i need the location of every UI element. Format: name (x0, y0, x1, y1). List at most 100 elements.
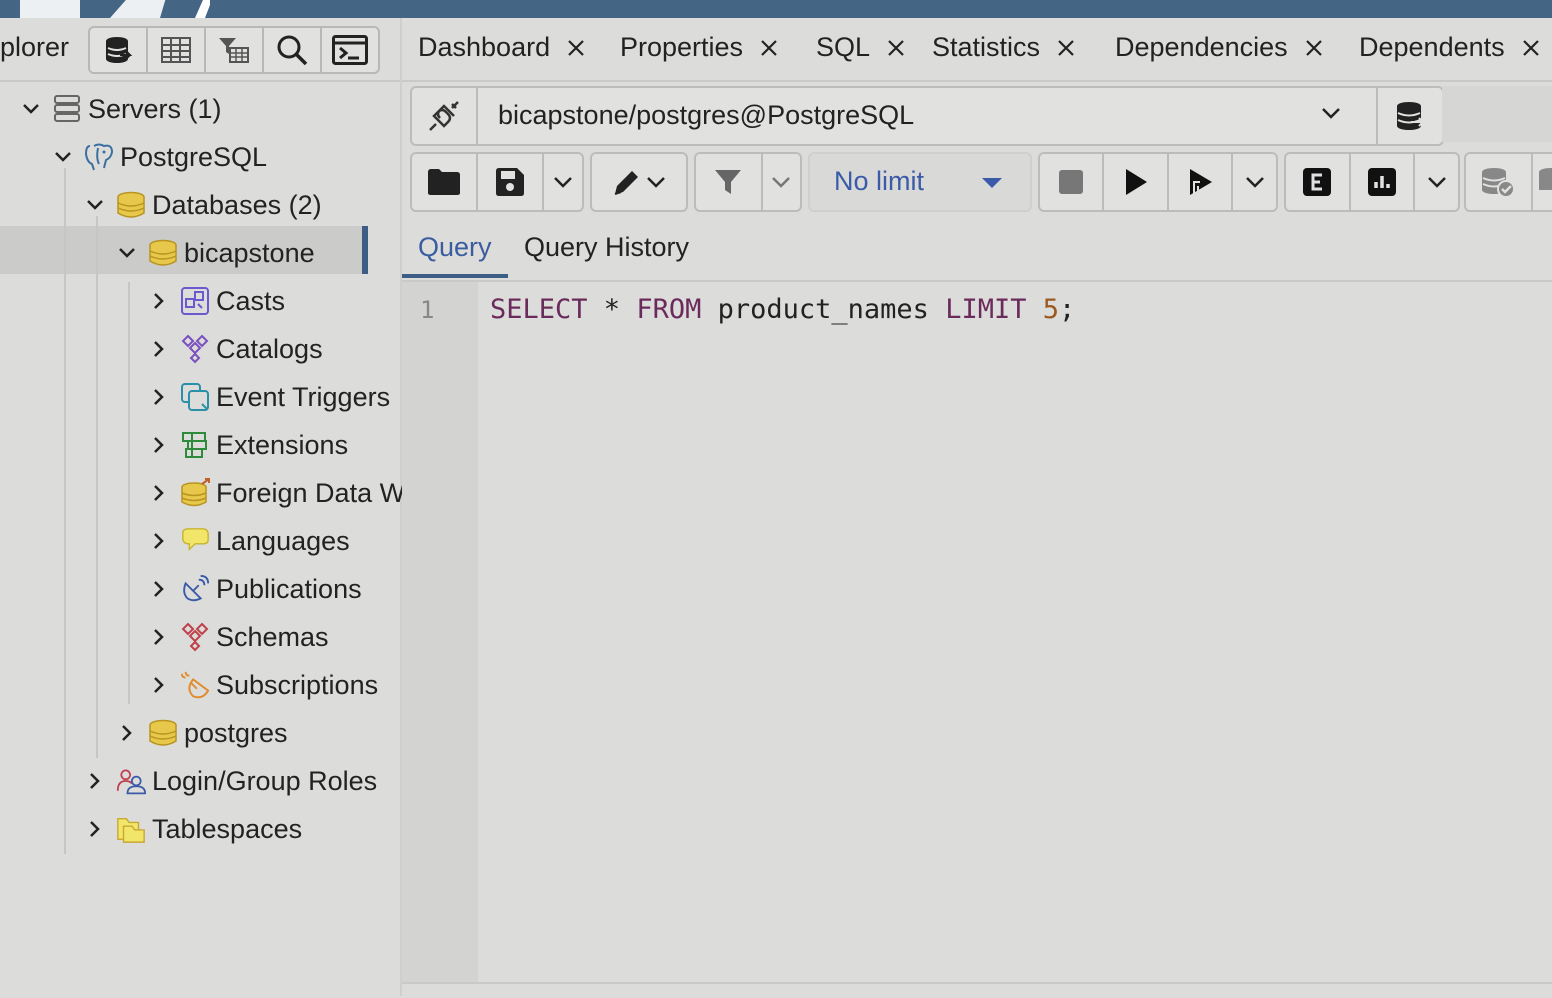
filtered-rows-button[interactable] (206, 28, 264, 72)
tree-item-postgres-db[interactable]: postgres (112, 709, 288, 757)
filter-toolbar-group (694, 152, 802, 212)
chevron-right-icon[interactable] (144, 436, 174, 454)
save-options-dropdown[interactable] (544, 154, 582, 210)
tree-label: Servers (1) (88, 93, 222, 124)
tree-label: Catalogs (216, 333, 323, 364)
chevron-down-icon[interactable] (1320, 102, 1342, 129)
open-file-button[interactable] (412, 154, 478, 210)
save-file-button[interactable] (478, 154, 544, 210)
new-connection-button[interactable] (1376, 88, 1442, 144)
explain-button[interactable] (1286, 154, 1351, 210)
execute-script-button[interactable] (1169, 154, 1234, 210)
tree-label: PostgreSQL (120, 141, 268, 172)
close-icon[interactable] (1304, 38, 1324, 58)
close-icon[interactable] (566, 38, 586, 58)
explain-analyze-button[interactable] (1351, 154, 1416, 210)
tree-item-languages[interactable]: Languages (144, 517, 350, 565)
tree-item-casts[interactable]: Casts (144, 277, 285, 325)
tree-item-subscriptions[interactable]: Subscriptions (144, 661, 378, 709)
tree-item-postgresql-server[interactable]: PostgreSQL (48, 133, 267, 181)
search-objects-button[interactable] (264, 28, 322, 72)
filter-button[interactable] (696, 154, 763, 210)
edit-menu-button[interactable] (592, 154, 686, 210)
tab-label: SQL (816, 32, 871, 62)
tree-label: Databases (2) (152, 189, 322, 220)
folder-icon (428, 169, 460, 195)
chevron-right-icon[interactable] (144, 676, 174, 694)
connection-status-button[interactable] (412, 88, 478, 144)
tree-guide-line (128, 282, 130, 704)
tab-query[interactable]: Query (418, 232, 492, 263)
execute-options-dropdown[interactable] (1233, 154, 1276, 210)
rollback-button[interactable] (1533, 154, 1552, 210)
connection-select[interactable]: bicapstone/postgres@PostgreSQL (498, 100, 914, 131)
tree-item-tablespaces[interactable]: Tablespaces (80, 805, 302, 853)
execute-script-icon (1189, 169, 1212, 196)
close-icon[interactable] (886, 38, 906, 58)
chevron-right-icon[interactable] (144, 484, 174, 502)
view-data-button[interactable] (148, 28, 206, 72)
execute-query-button[interactable] (1104, 154, 1169, 210)
tree-item-catalogs[interactable]: Catalogs (144, 325, 323, 373)
chevron-down-icon[interactable] (48, 151, 78, 163)
psql-tool-button[interactable] (322, 28, 378, 72)
psql-tool-icon (332, 35, 368, 65)
tree-item-event-triggers[interactable]: Event Triggers (144, 373, 390, 421)
chevron-down-icon[interactable] (16, 103, 46, 115)
commit-button[interactable] (1466, 154, 1533, 210)
tree-label: bicapstone (184, 237, 315, 268)
chevron-down-icon (1245, 177, 1264, 188)
tab-sql[interactable]: SQL (816, 32, 906, 63)
chevron-right-icon[interactable] (144, 388, 174, 406)
event-triggers-icon (180, 382, 210, 412)
filter-icon (715, 170, 742, 194)
tree-item-servers[interactable]: Servers (1) (16, 85, 222, 133)
main-tab-bar: Dashboard Properties SQL Statistics Depe… (402, 18, 1552, 82)
chevron-down-icon[interactable] (80, 199, 110, 211)
chevron-right-icon[interactable] (144, 340, 174, 358)
subscriptions-icon (180, 670, 210, 700)
tree-item-publications[interactable]: Publications (144, 565, 362, 613)
active-tab-indicator (402, 274, 508, 278)
tree-label: Event Triggers (216, 381, 391, 412)
chevron-right-icon[interactable] (144, 532, 174, 550)
tree-item-foreign-data-wrappers[interactable]: Foreign Data W (144, 469, 405, 517)
tree-item-schemas[interactable]: Schemas (144, 613, 329, 661)
tab-query-history[interactable]: Query History (524, 232, 689, 263)
query-tab-bar: Query Query History (402, 218, 1552, 282)
chevron-right-icon[interactable] (144, 580, 174, 598)
sql-keyword: FROM (636, 294, 702, 325)
transaction-toolbar-group (1464, 152, 1552, 212)
connection-bar: bicapstone/postgres@PostgreSQL (410, 86, 1444, 146)
file-toolbar-group (410, 152, 584, 212)
tab-dependents[interactable]: Dependents (1359, 32, 1541, 63)
tree-item-databases[interactable]: Databases (2) (80, 181, 322, 229)
stop-query-button[interactable] (1040, 154, 1105, 210)
tab-statistics[interactable]: Statistics (932, 32, 1076, 63)
sql-punctuation: ; (1059, 294, 1076, 325)
tree-label: Schemas (216, 621, 329, 652)
rows-limit-select[interactable]: No limit (808, 152, 1032, 212)
filter-options-dropdown[interactable] (763, 154, 800, 210)
tree-item-bicapstone[interactable]: bicapstone (112, 229, 315, 277)
chevron-down-icon[interactable] (112, 247, 142, 259)
tab-properties[interactable]: Properties (620, 32, 779, 63)
tree-item-login-group-roles[interactable]: Login/Group Roles (80, 757, 377, 805)
chevron-right-icon[interactable] (112, 724, 142, 742)
sql-keyword: LIMIT (945, 294, 1027, 325)
tab-dashboard[interactable]: Dashboard (418, 32, 586, 63)
chevron-right-icon[interactable] (144, 292, 174, 310)
chevron-right-icon[interactable] (80, 772, 110, 790)
tree-item-extensions[interactable]: Extensions (144, 421, 348, 469)
chevron-right-icon[interactable] (80, 820, 110, 838)
tree-label: Casts (216, 285, 286, 316)
explain-options-dropdown[interactable] (1415, 154, 1458, 210)
chevron-right-icon[interactable] (144, 628, 174, 646)
close-icon[interactable] (1056, 38, 1076, 58)
sql-editor-line[interactable]: SELECT * FROM product_names LIMIT 5; (490, 294, 1075, 325)
close-icon[interactable] (1521, 38, 1541, 58)
close-icon[interactable] (759, 38, 779, 58)
tree-selection-bar (362, 226, 368, 274)
query-tool-button[interactable] (90, 28, 148, 72)
tab-dependencies[interactable]: Dependencies (1115, 32, 1324, 63)
